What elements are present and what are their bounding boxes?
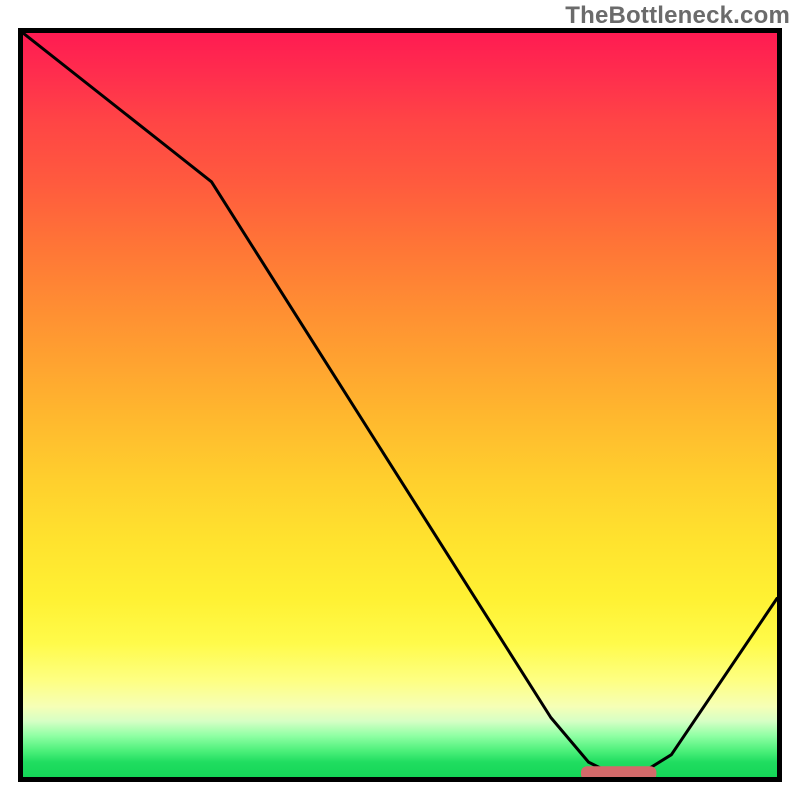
plot-area (18, 28, 782, 782)
bottleneck-curve (23, 33, 777, 773)
chart-frame: TheBottleneck.com (0, 0, 800, 800)
watermark-text: TheBottleneck.com (565, 2, 790, 30)
optimal-marker (581, 766, 656, 777)
curve-overlay (23, 33, 777, 777)
